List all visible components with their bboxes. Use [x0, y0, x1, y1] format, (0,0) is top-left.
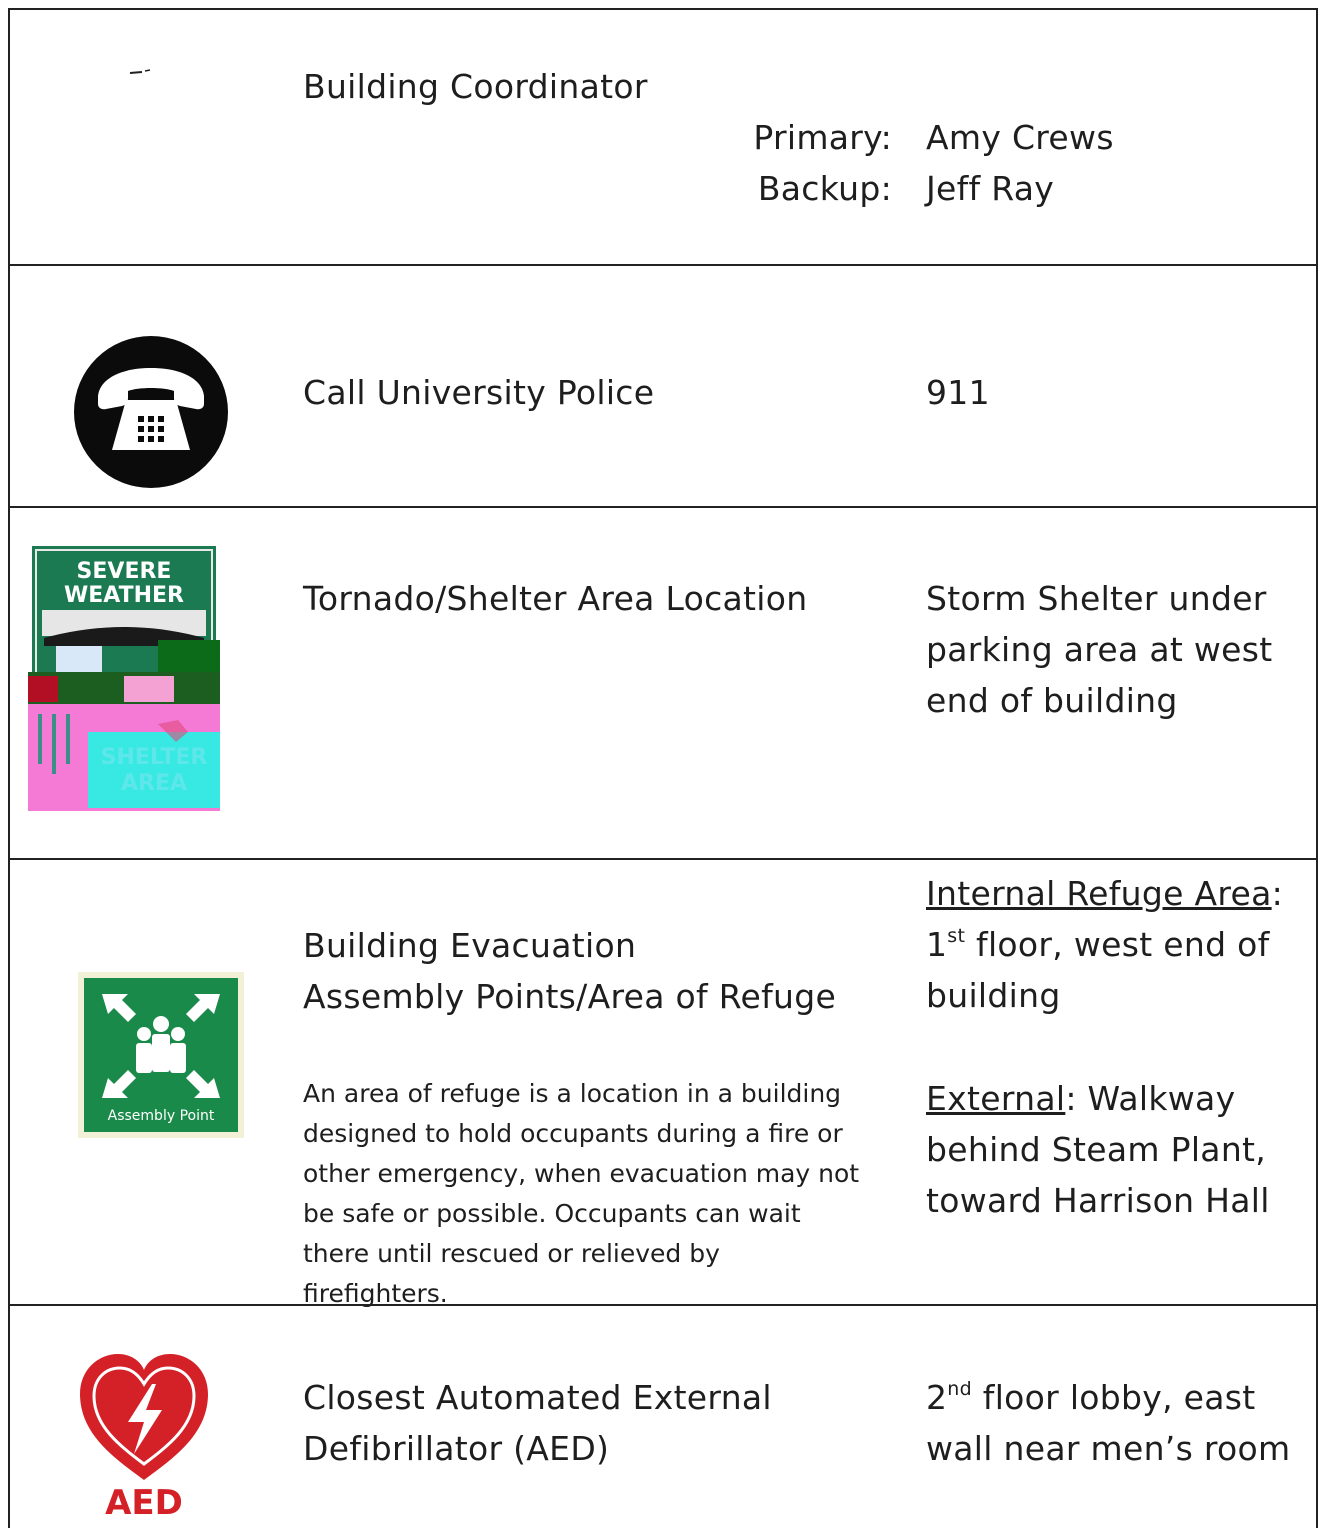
coordinator-mark-icon	[128, 62, 156, 74]
assembly-point-sign-icon: Assembly Point	[78, 972, 244, 1138]
aed-heart-icon: AED	[74, 1348, 214, 1523]
sign-text-severe: SEVERE	[77, 559, 172, 584]
external-refuge-line-2: behind Steam Plant,	[926, 1130, 1267, 1169]
evacuation-title-line-1: Building Evacuation	[303, 926, 637, 965]
primary-name: Amy Crews	[926, 118, 1114, 157]
refuge-description-line-5: there until rescued or relieved by	[303, 1239, 720, 1268]
emergency-info-table: Building Coordinator Primary: Amy Crews …	[8, 8, 1318, 1528]
aed-floor-number: 2	[926, 1378, 948, 1417]
sign-text-shelter: SHELTER	[101, 745, 208, 770]
primary-label: Primary:	[753, 118, 892, 157]
internal-floor-number: 1	[926, 925, 948, 964]
internal-floor-text: floor, west end of	[965, 925, 1270, 964]
telephone-icon	[72, 334, 230, 490]
aed-floor-suffix: nd	[947, 1378, 972, 1400]
evacuation-row: Assembly Point Building Evacuation Assem…	[10, 858, 1316, 1308]
aed-logo-text: AED	[105, 1483, 183, 1520]
aed-title-line-2: Defibrillator (AED)	[303, 1429, 610, 1468]
coordinator-title: Building Coordinator	[303, 67, 648, 106]
tornado-title: Tornado/Shelter Area Location	[303, 579, 808, 618]
tornado-location-line-1: Storm Shelter under	[926, 579, 1267, 618]
tornado-location-line-2: parking area at west	[926, 630, 1273, 669]
internal-refuge-line-1: Internal Refuge Area:	[926, 868, 1283, 919]
aed-floor-text: floor lobby, east	[972, 1378, 1256, 1417]
aed-title-line-1: Closest Automated External	[303, 1378, 772, 1417]
internal-refuge-line-3: building	[926, 976, 1061, 1015]
refuge-description-line-4: be safe or possible. Occupants can wait	[303, 1199, 801, 1228]
evacuation-title-line-2: Assembly Points/Area of Refuge	[303, 977, 837, 1016]
internal-refuge-colon: :	[1271, 874, 1284, 913]
external-refuge-text: : Walkway	[1065, 1079, 1236, 1118]
police-number: 911	[926, 373, 990, 412]
internal-refuge-label: Internal Refuge Area	[926, 874, 1272, 913]
refuge-description-line-3: other emergency, when evacuation may not	[303, 1159, 860, 1188]
coordinator-row: Building Coordinator Primary: Amy Crews …	[10, 10, 1316, 266]
aed-location-line-2: wall near men’s room	[926, 1429, 1291, 1468]
refuge-description-line-2: designed to hold occupants during a fire…	[303, 1119, 843, 1148]
tornado-row: SEVERE WEATHER SHELTER AREA Tornado/Shel…	[10, 506, 1316, 860]
aed-row: AED Closest Automated External Defibrill…	[10, 1304, 1316, 1534]
sign-text-area: AREA	[121, 771, 187, 796]
refuge-description-line-1: An area of refuge is a location in a bui…	[303, 1079, 842, 1108]
police-title: Call University Police	[303, 373, 655, 412]
severe-weather-shelter-sign-icon: SEVERE WEATHER SHELTER AREA	[28, 546, 220, 811]
assembly-point-caption: Assembly Point	[108, 1108, 215, 1124]
backup-name: Jeff Ray	[926, 169, 1055, 208]
aed-location-line-1: 2nd floor lobby, east	[926, 1372, 1256, 1423]
backup-label: Backup:	[757, 169, 892, 208]
tornado-location-line-3: end of building	[926, 681, 1178, 720]
internal-refuge-line-2: 1st floor, west end of	[926, 919, 1270, 970]
internal-floor-suffix: st	[947, 925, 966, 947]
external-refuge-line-1: External: Walkway	[926, 1073, 1235, 1124]
police-row: Call University Police 911	[10, 264, 1316, 508]
sign-text-weather: WEATHER	[64, 583, 184, 608]
external-refuge-line-3: toward Harrison Hall	[926, 1181, 1270, 1220]
external-refuge-label: External	[926, 1079, 1066, 1118]
